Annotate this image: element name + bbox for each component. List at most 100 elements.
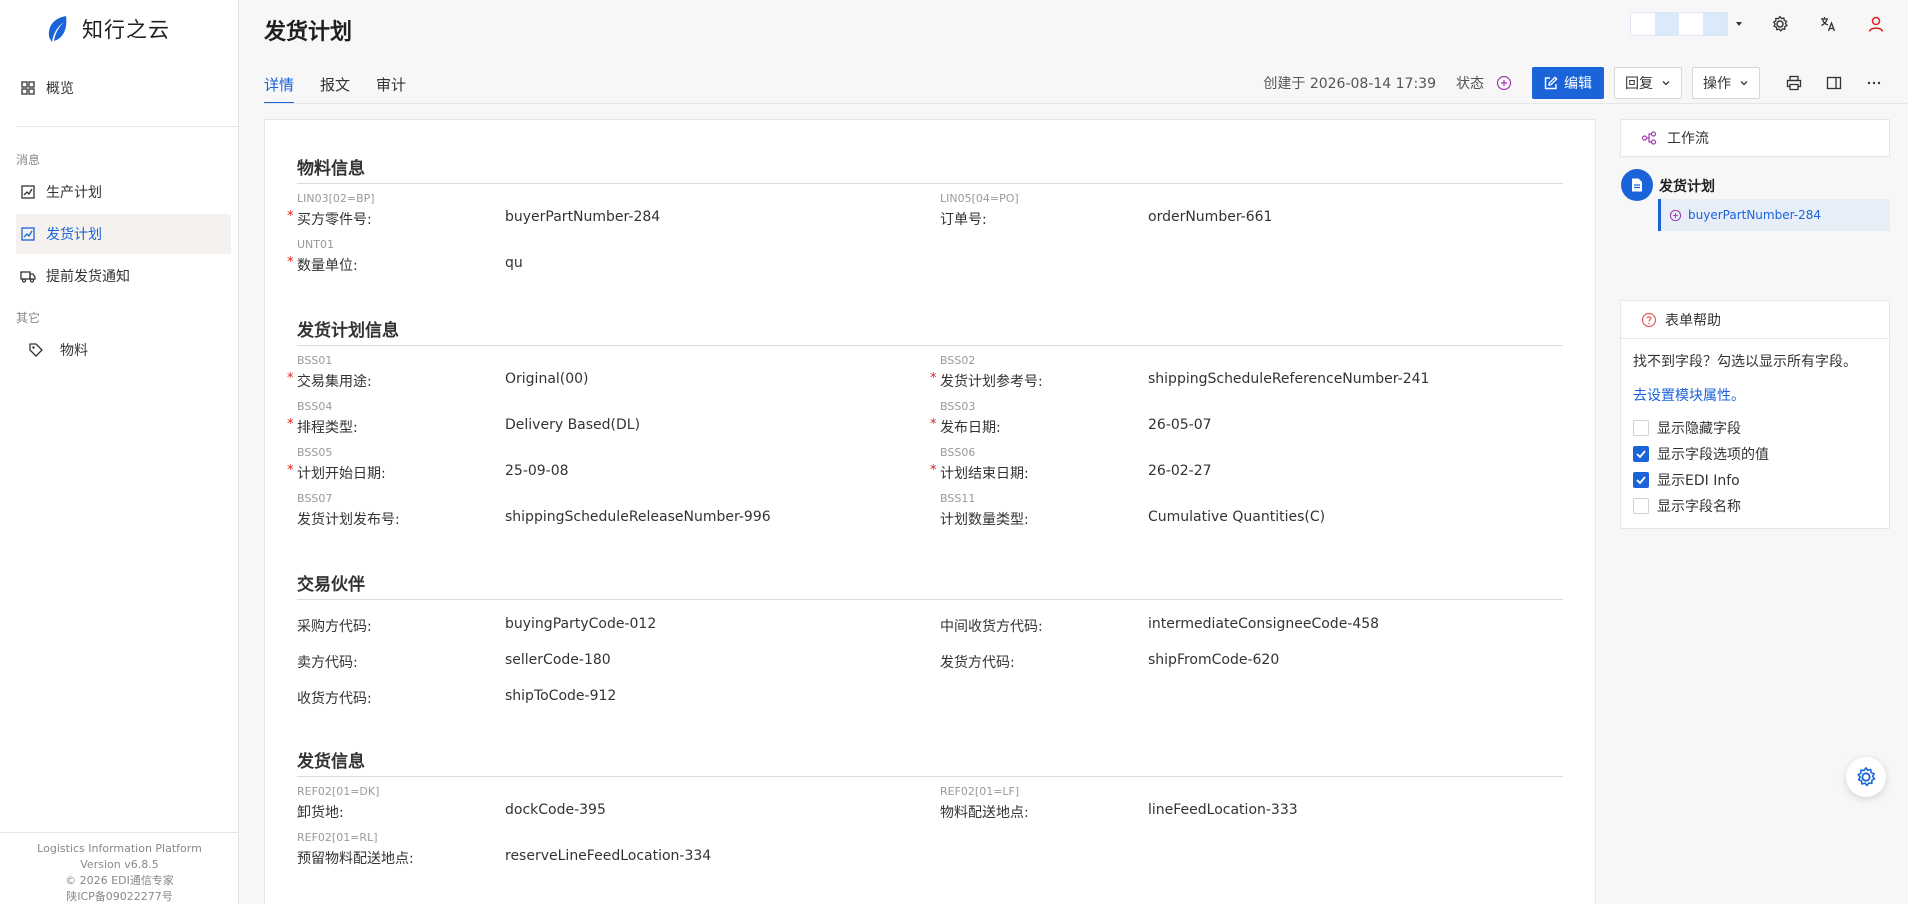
field-value[interactable]: 25-09-08 [505,463,569,479]
checkbox[interactable] [1633,472,1649,488]
workflow-panel-header[interactable]: 工作流 [1620,119,1890,157]
checkbox[interactable] [1633,498,1649,514]
required-mark: * [287,463,294,478]
workflow-node-title[interactable]: 发货计划 [1659,176,1715,196]
field-label: 卖方代码: [297,655,358,671]
field-value[interactable]: Original(00) [505,371,589,387]
edi-tag: REF02[01=RL] [297,831,378,844]
chevron-down-icon [1740,81,1748,86]
status-label: 状态 [1456,76,1484,92]
nav-label: 概览 [46,81,74,97]
field-value[interactable]: Cumulative Quantities(C) [1148,509,1325,525]
checkbox[interactable] [1633,446,1649,462]
add-status-icon[interactable] [1494,73,1514,93]
sidebar-item-shipping-schedule[interactable]: 发货计划 [16,214,231,254]
field-label: 预留物料配送地点: [297,851,414,867]
more-icon[interactable] [1858,67,1890,99]
brand-name: 知行之云 [82,18,170,42]
field-value[interactable]: orderNumber-661 [1148,209,1272,225]
account-switcher[interactable] [1630,12,1744,36]
field-value[interactable]: lineFeedLocation-333 [1148,802,1298,818]
section-title: 交易伙伴 [297,570,1563,600]
option-show-hidden-fields[interactable]: 显示隐藏字段 [1633,415,1877,441]
logo[interactable]: 知行之云 [44,14,170,44]
edi-tag: BSS03 [940,400,976,413]
tabs-divider [264,103,1908,104]
sidebar-item-material[interactable]: 物料 [16,330,231,370]
edi-tag: LIN03[02=BP] [297,192,375,205]
action-dropdown[interactable]: 操作 [1692,67,1760,99]
check-icon [1636,476,1646,485]
field-label: 计划结束日期: [940,466,1029,482]
reply-dropdown[interactable]: 回复 [1614,67,1682,99]
field-value[interactable]: Delivery Based(DL) [505,417,640,433]
field-value[interactable]: shippingScheduleReferenceNumber-241 [1148,371,1429,387]
settings-gear-icon[interactable] [1768,12,1792,36]
field-value[interactable]: shipFromCode-620 [1148,652,1279,668]
add-circle-icon [1669,209,1682,221]
footer-copyright: © 2026 EDI通信专家 [65,874,174,887]
module-settings-link[interactable]: 去设置模块属性。 [1633,385,1877,405]
field-value[interactable]: buyerPartNumber-284 [505,209,660,225]
reply-label: 回复 [1625,76,1653,92]
nav-overview[interactable]: 概览 [16,68,231,108]
print-icon[interactable] [1778,67,1810,99]
floating-settings-gear-icon[interactable] [1846,757,1886,797]
field-label: 发货计划参考号: [940,374,1043,390]
workflow-node-item[interactable]: buyerPartNumber-284 [1658,199,1890,231]
field-value[interactable]: sellerCode-180 [505,652,611,668]
sidebar: 知行之云 概览 消息 生产计划 发货计划 提前发货通知 其它 物料 Logist… [0,0,239,904]
option-show-option-values[interactable]: 显示字段选项的值 [1633,441,1877,467]
sidebar-item-production-plan[interactable]: 生产计划 [16,172,231,212]
required-mark: * [930,371,937,386]
user-icon[interactable] [1864,12,1888,36]
field-value[interactable]: shipToCode-912 [505,688,616,704]
edi-tag: BSS11 [940,492,976,505]
checkbox[interactable] [1633,420,1649,436]
edi-tag: REF02[01=DK] [297,785,380,798]
footer-version: Version v6.8.5 [80,858,159,871]
nav-label: 物料 [60,343,88,359]
edi-tag: LIN05[04=PO] [940,192,1019,205]
sidebar-item-advance-ship-notice[interactable]: 提前发货通知 [16,256,231,296]
field-label: 计划数量类型: [940,512,1029,528]
option-show-edi-info[interactable]: 显示EDI Info [1633,467,1877,493]
nav-label: 生产计划 [46,185,102,201]
tab-details[interactable]: 详情 [264,66,295,104]
form-help-panel: 表单帮助 找不到字段？勾选以显示所有字段。 去设置模块属性。 显示隐藏字段 显示… [1620,300,1890,529]
checkbox-label: 显示隐藏字段 [1657,421,1741,437]
translate-icon[interactable] [1816,12,1840,36]
edit-icon [1544,76,1558,90]
workflow-icon [1641,131,1657,145]
field-value[interactable]: intermediateConsigneeCode-458 [1148,616,1379,632]
field-value[interactable]: 26-02-27 [1148,463,1212,479]
checkbox-label: 显示字段名称 [1657,499,1741,515]
sidebar-footer: Logistics Information Platform Version v… [0,832,239,904]
option-show-field-names[interactable]: 显示字段名称 [1633,493,1877,519]
field-label: 买方零件号: [297,212,372,228]
checkbox-label: 显示EDI Info [1657,473,1740,489]
field-value[interactable]: qu [505,255,523,271]
caret-down-icon [1736,22,1742,26]
tab-audit[interactable]: 审计 [376,66,406,104]
field-value[interactable]: dockCode-395 [505,802,606,818]
edit-button[interactable]: 编辑 [1532,67,1604,99]
field-value[interactable]: shippingScheduleReleaseNumber-996 [505,509,771,525]
field-label: 排程类型: [297,420,358,436]
help-text: 找不到字段？勾选以显示所有字段。 [1633,354,1857,370]
footer-icp[interactable]: 陕ICP备09022277号 [0,889,239,904]
created-timestamp: 创建于 2026-08-14 17:39 [1263,76,1436,92]
footer-platform: Logistics Information Platform [37,842,202,855]
required-mark: * [287,255,294,270]
edi-tag: BSS05 [297,446,333,459]
tab-message[interactable]: 报文 [320,66,350,104]
field-value[interactable]: 26-05-07 [1148,417,1212,433]
field-value[interactable]: reserveLineFeedLocation-334 [505,848,711,864]
field-label: 数量单位: [297,258,358,274]
leaf-logo-icon [48,16,67,42]
panel-toggle-icon[interactable] [1818,67,1850,99]
field-label: 发布日期: [940,420,1001,436]
chart-icon [21,227,35,241]
field-value[interactable]: buyingPartyCode-012 [505,616,656,632]
grid-icon [21,81,35,95]
